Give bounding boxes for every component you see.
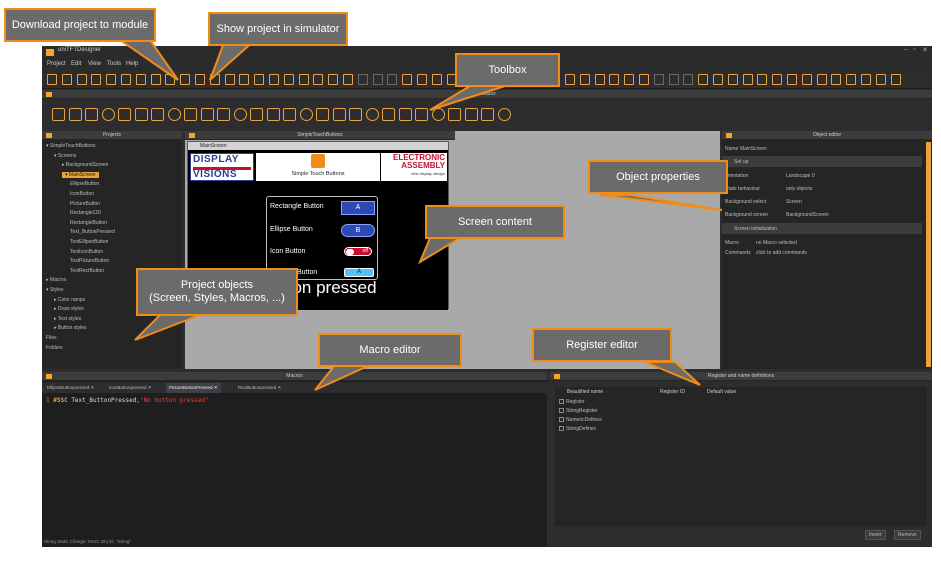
callout-toolbox: Toolbox xyxy=(455,53,560,87)
callout-simulator: Show project in simulator xyxy=(208,12,348,46)
pointer-project-objects xyxy=(134,314,201,341)
callout-macro-editor: Macro editor xyxy=(318,333,462,367)
callout-object-properties: Object properties xyxy=(588,160,728,194)
callout-screen-content: Screen content xyxy=(425,205,565,239)
pointer-object-properties xyxy=(599,194,723,211)
pointer-macro-editor xyxy=(314,364,371,391)
pointer-download xyxy=(116,39,179,81)
pointer-toolbox xyxy=(429,85,506,111)
callout-register-editor: Register editor xyxy=(532,328,672,362)
pointer-simulator xyxy=(209,39,258,81)
callout-download: Download project to module xyxy=(4,8,156,42)
pointer-screen-content xyxy=(417,237,464,265)
callout-project-objects: Project objects (Screen, Styles, Macros,… xyxy=(136,268,298,316)
pointer-register-editor xyxy=(644,361,701,386)
